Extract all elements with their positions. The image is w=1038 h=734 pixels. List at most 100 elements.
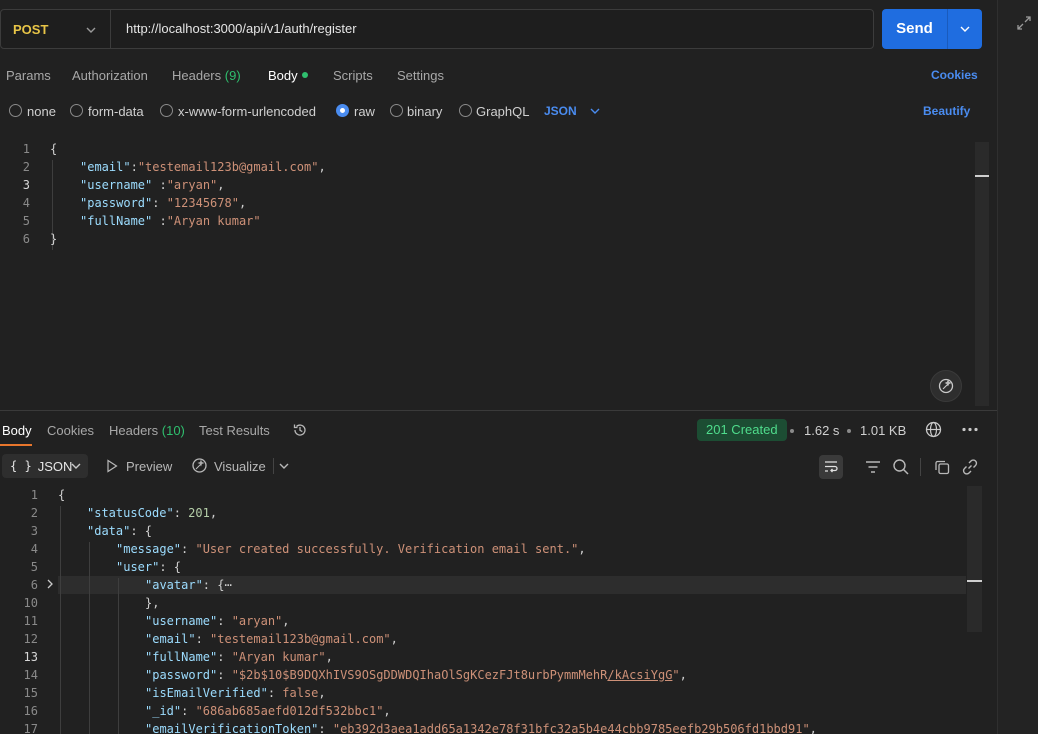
- code-line: "fullName": "Aryan kumar",: [145, 650, 333, 664]
- visualize-button[interactable]: Visualize: [214, 459, 266, 474]
- request-scrollbar[interactable]: [975, 142, 989, 406]
- json-key: "isEmailVerified": [145, 686, 268, 700]
- toolbar-divider: [273, 458, 274, 474]
- json-key: "statusCode": [87, 506, 174, 520]
- response-tab-headers-label: Headers: [109, 423, 159, 438]
- folded-object[interactable]: {⋯: [217, 578, 231, 592]
- send-button[interactable]: Send: [882, 9, 982, 49]
- active-tab-indicator: [0, 444, 32, 446]
- send-options-button[interactable]: [948, 9, 982, 49]
- code-brace: {: [50, 142, 58, 156]
- json-value: "$2b$10$B9DQXhIVS9OSgDDWDQIhaOlSgKCezFJt…: [231, 668, 608, 682]
- radio-raw[interactable]: [336, 104, 349, 117]
- body-modified-dot: [302, 72, 308, 78]
- line-number: 11: [23, 614, 38, 628]
- preview-icon[interactable]: [106, 459, 118, 473]
- code-line: "_id": "686ab685aefd012df532bbc1",: [145, 704, 391, 718]
- ai-assist-button[interactable]: [930, 370, 962, 402]
- response-time[interactable]: 1.62 s: [804, 423, 839, 438]
- response-format-label: JSON: [37, 458, 73, 474]
- line-number: 14: [23, 668, 38, 682]
- link-icon[interactable]: [961, 458, 979, 476]
- code-line: "user": {: [116, 560, 182, 574]
- radio-binary-label: binary: [407, 104, 443, 119]
- send-label: Send: [882, 9, 948, 49]
- response-size[interactable]: 1.01 KB: [860, 423, 906, 438]
- separator-dot: [790, 429, 794, 433]
- code-line: "username": "aryan",: [145, 614, 290, 628]
- radio-raw-label: raw: [354, 104, 375, 119]
- wrap-lines-button[interactable]: [819, 455, 843, 479]
- response-scrollbar[interactable]: [967, 486, 982, 632]
- json-value-link[interactable]: /kAcsiYgG: [607, 668, 672, 682]
- url-bar: POST http://localhost:3000/api/v1/auth/r…: [0, 9, 874, 49]
- line-number: 5: [30, 560, 38, 574]
- json-key: "password": [145, 668, 218, 682]
- url-input[interactable]: http://localhost:3000/api/v1/auth/regist…: [126, 10, 357, 48]
- code-line: "emailVerificationToken": "eb392d3aea1ad…: [145, 722, 817, 734]
- response-tab-headers-count: (10): [161, 423, 185, 438]
- preview-button[interactable]: Preview: [126, 459, 172, 474]
- radio-urlencoded[interactable]: [160, 104, 173, 117]
- raw-format-select[interactable]: JSON: [544, 104, 577, 118]
- json-key: "email": [80, 160, 131, 174]
- cookies-link[interactable]: Cookies: [931, 68, 978, 82]
- beautify-button[interactable]: Beautify: [923, 104, 970, 118]
- response-tab-cookies[interactable]: Cookies: [47, 423, 94, 438]
- copy-icon[interactable]: [933, 458, 951, 476]
- line-number: 15: [23, 686, 38, 700]
- json-key: "email": [145, 632, 196, 646]
- method-select[interactable]: POST: [1, 10, 111, 48]
- radio-graphql[interactable]: [459, 104, 472, 117]
- line-number: 3: [30, 524, 38, 538]
- response-format-select[interactable]: { } JSON: [2, 454, 88, 478]
- radio-none[interactable]: [9, 104, 22, 117]
- request-body-editor[interactable]: 1 2 3 4 5 6 { "email":"testemail123b@gma…: [0, 140, 990, 410]
- tab-authorization[interactable]: Authorization: [72, 68, 148, 83]
- globe-icon[interactable]: [925, 421, 942, 438]
- expand-icon[interactable]: [1016, 15, 1032, 31]
- indent-guide: [89, 542, 90, 734]
- line-number: 1: [30, 488, 38, 502]
- json-key: "data": [87, 524, 131, 538]
- response-scroll-thumb[interactable]: [967, 580, 982, 582]
- code-line: "statusCode": 201,: [87, 506, 218, 520]
- tab-headers[interactable]: Headers (9): [172, 68, 241, 83]
- braces-icon: { }: [10, 459, 32, 473]
- request-scroll-thumb[interactable]: [975, 175, 989, 177]
- chevron-right-icon[interactable]: [45, 578, 55, 590]
- json-value: "aryan": [166, 178, 218, 192]
- magic-wand-icon: [938, 378, 954, 394]
- tab-settings[interactable]: Settings: [397, 68, 444, 83]
- tab-headers-count: (9): [224, 68, 241, 83]
- visualize-icon[interactable]: [191, 457, 208, 474]
- code-line: "data": {: [87, 524, 153, 538]
- response-tab-headers[interactable]: Headers (10): [109, 423, 185, 438]
- history-icon[interactable]: [292, 422, 308, 438]
- tab-scripts[interactable]: Scripts: [333, 68, 373, 83]
- chevron-down-icon: [71, 463, 81, 469]
- json-value: "Aryan kumar": [166, 214, 261, 228]
- tab-params[interactable]: Params: [6, 68, 51, 83]
- json-key: "avatar": [145, 578, 203, 592]
- tab-body[interactable]: Body: [268, 68, 298, 83]
- status-badge[interactable]: 201 Created: [697, 419, 787, 441]
- search-icon[interactable]: [892, 458, 910, 476]
- json-value: 201: [188, 506, 210, 520]
- radio-form-data[interactable]: [70, 104, 83, 117]
- radio-binary[interactable]: [390, 104, 403, 117]
- indent-guide: [60, 506, 61, 734]
- chevron-down-icon[interactable]: [278, 460, 290, 472]
- response-tab-body[interactable]: Body: [2, 423, 32, 438]
- filter-icon[interactable]: [864, 458, 882, 476]
- chevron-down-icon: [960, 26, 970, 32]
- code-line: "email": "testemail123b@gmail.com",: [145, 632, 398, 646]
- code-line: "message": "User created successfully. V…: [116, 542, 586, 556]
- line-number: 4: [30, 542, 38, 556]
- json-value: "eb392d3aea1add65a1342e78f31bfc32a5b4e44…: [332, 722, 810, 734]
- indent-guide: [118, 578, 119, 734]
- line-number: 2: [22, 160, 30, 174]
- panel-divider[interactable]: [0, 410, 997, 411]
- more-icon[interactable]: [961, 421, 979, 438]
- response-tab-test-results[interactable]: Test Results: [199, 423, 270, 438]
